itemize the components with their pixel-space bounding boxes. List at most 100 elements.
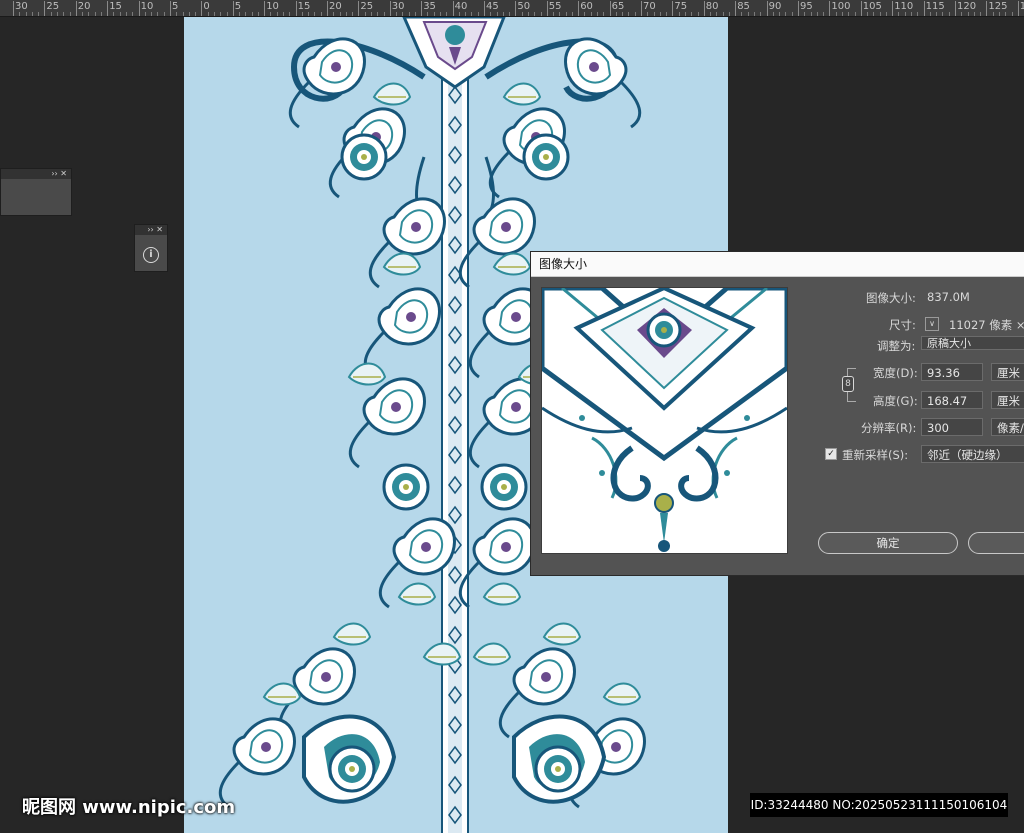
ruler-minor-tick [245,12,247,16]
height-input[interactable]: 168.47 [921,391,983,409]
ruler-label: 15 [297,1,311,12]
cancel-button[interactable] [968,532,1024,554]
ruler-minor-tick [898,12,900,16]
ruler-label: 125 [988,1,1008,12]
ruler-minor-tick [659,12,661,16]
width-input[interactable]: 93.36 [921,363,983,381]
ruler-minor-tick [31,12,33,16]
ruler-minor-tick [854,12,856,16]
ruler-label: 5 [172,1,179,12]
ruler-minor-tick [948,12,950,16]
ruler-minor-tick [144,12,146,16]
site-watermark: 昵图网 www.nipic.com [22,797,236,818]
ruler-major-tick [766,1,768,16]
fit-to-select[interactable]: 原稿大小 [921,336,1024,350]
ruler-minor-tick [509,12,511,16]
ruler-minor-tick [383,12,385,16]
ruler-minor-tick [628,12,630,16]
height-unit-select[interactable]: 厘米 [991,391,1024,409]
info-panel[interactable]: ›› ✕ i [134,224,168,272]
resample-label: 重新采样(S): [842,448,909,462]
ruler-major-tick [609,1,611,16]
ruler-minor-tick [666,12,668,16]
ruler-major-tick [484,1,485,16]
ruler-minor-tick [257,12,259,16]
ruler-minor-tick [867,12,869,16]
ruler-major-tick [421,1,423,16]
ok-button[interactable]: 确定 [818,532,958,554]
ruler-minor-tick [408,12,410,16]
ruler-label: 25 [46,1,60,12]
resample-checkbox[interactable]: ✓ [825,448,837,460]
image-preview[interactable] [541,287,788,554]
resample-method-select[interactable]: 邻近（硬边缘） [921,445,1024,463]
ruler-minor-tick [779,12,781,16]
ruler-major-tick [44,1,46,16]
ruler-minor-tick [113,12,115,16]
ruler-major-tick [546,1,548,16]
ruler-minor-tick [697,12,699,16]
ruler-label: 60 [580,1,593,12]
info-icon[interactable]: i [143,247,159,263]
collapsed-panel[interactable]: ›› ✕ [0,168,72,216]
ruler-minor-tick [440,12,442,16]
ruler-label: 30 [15,1,28,12]
ruler-minor-tick [433,12,435,16]
ruler-minor-tick [760,12,762,16]
ruler-minor-tick [213,12,215,16]
panel-header[interactable]: ›› ✕ [135,225,167,235]
ruler-minor-tick [458,12,460,16]
ruler-label: 5 [234,1,242,12]
ruler-minor-tick [283,12,285,16]
ruler-minor-tick [119,12,121,16]
ruler-minor-tick [998,12,1000,16]
ruler-minor-tick [565,12,567,16]
ruler-major-tick [672,1,674,16]
ruler-minor-tick [176,12,178,16]
resolution-input[interactable]: 300 [921,418,983,436]
ruler-minor-tick [94,12,96,16]
image-size-dialog: 图像大小 图像大小: 837.0M 尺寸: ∨ 11027 像素 × 调整为: … [530,251,1024,576]
ruler-minor-tick [992,12,994,16]
ruler-label: 55 [548,1,562,12]
ruler-minor-tick [477,12,479,16]
ruler-minor-tick [195,12,197,16]
ruler-label: 95 [800,1,813,12]
ruler-minor-tick [320,12,322,16]
width-unit-select[interactable]: 厘米 [991,363,1024,381]
ruler-minor-tick [276,12,278,16]
ruler-minor-tick [772,12,774,16]
ruler-minor-tick [816,12,818,16]
ruler-minor-tick [301,12,303,16]
ruler-minor-tick [182,12,184,16]
ruler-major-tick [1017,1,1019,16]
chevron-down-icon[interactable]: ∨ [925,317,939,331]
ruler-major-tick [892,1,894,16]
ruler-minor-tick [917,12,919,16]
ruler-minor-tick [691,12,693,16]
chain-link-icon[interactable]: 8 [842,376,854,392]
panel-header[interactable]: ›› ✕ [1,169,71,179]
ruler-minor-tick [1011,12,1013,16]
ruler-label: 20 [329,1,342,12]
ruler-minor-tick [63,12,65,16]
ruler-major-tick [295,1,297,16]
ruler-minor-tick [804,12,806,16]
resolution-label: 分辨率(R): [861,421,917,435]
ruler-minor-tick [465,12,467,16]
ruler-label: 90 [768,1,782,12]
resolution-unit-select[interactable]: 像素/ [991,418,1024,436]
ruler-minor-tick [151,12,153,16]
ruler-minor-tick [678,12,680,16]
ruler-minor-tick [653,12,655,16]
ruler-label: 15 [109,1,122,12]
ruler-minor-tick [496,12,498,16]
ruler-minor-tick [521,12,523,16]
ruler-label: 40 [454,1,468,12]
ruler-major-tick [578,1,580,16]
ruler-minor-tick [414,12,416,16]
ruler-minor-tick [207,12,209,16]
ruler-major-tick [170,1,171,16]
ruler-major-tick [389,1,391,16]
ruler-minor-tick [239,12,241,16]
